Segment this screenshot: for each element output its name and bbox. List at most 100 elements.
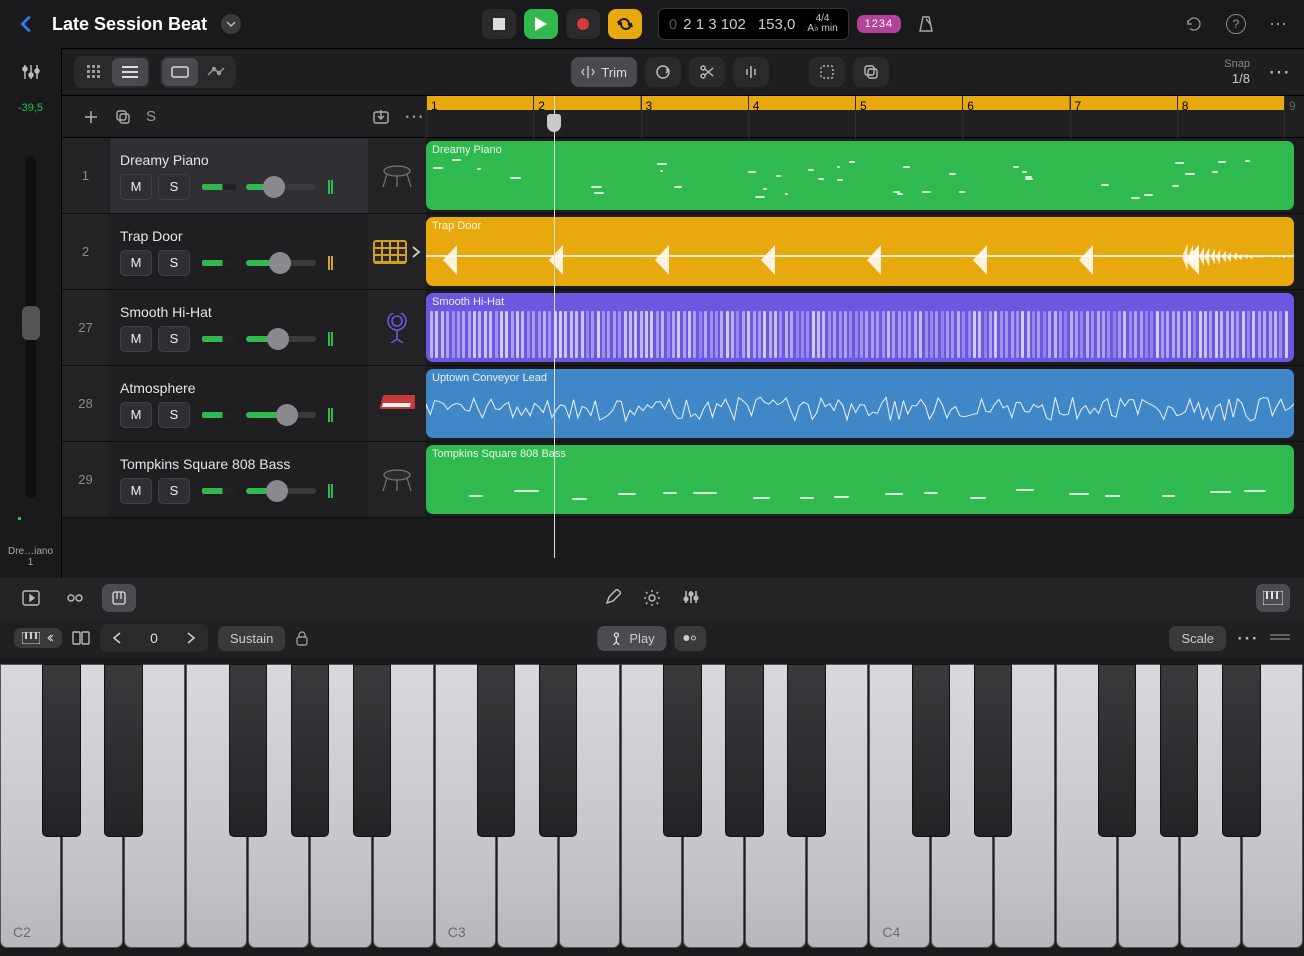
eq-icon[interactable] [683,589,699,607]
play-button[interactable] [524,9,558,39]
mute-button[interactable]: M [120,174,152,200]
project-dropdown-icon[interactable] [221,14,241,34]
add-track-icon[interactable] [82,108,100,126]
ruler-bar[interactable]: 4 [748,96,855,138]
solo-button[interactable]: S [158,174,190,200]
region-lane[interactable]: Uptown Conveyor Lead [426,366,1304,441]
black-key[interactable] [1160,664,1198,837]
list-view-icon[interactable] [112,58,148,86]
instrument-icon[interactable] [368,366,426,441]
brightness-icon[interactable] [643,589,661,607]
track-row[interactable]: 28 Atmosphere M S Uptown Conveyor Lead [62,366,1304,442]
ruler-bar[interactable]: 9 [1284,96,1304,138]
region[interactable]: Uptown Conveyor Lead [426,369,1294,438]
black-key[interactable] [104,664,142,837]
region[interactable]: Trap Door [426,217,1294,286]
instrument-icon[interactable] [368,442,426,517]
play-mode-button[interactable]: Play [597,626,666,651]
black-key[interactable] [663,664,701,837]
black-key[interactable] [1222,664,1260,837]
black-key[interactable] [725,664,763,837]
sustain-button[interactable]: Sustain [218,626,285,651]
track-row[interactable]: 2 Trap Door M S Trap Door [62,214,1304,290]
region[interactable]: Tompkins Square 808 Bass [426,445,1294,514]
volume-fader[interactable] [246,184,316,190]
count-in-button[interactable]: 1234 [857,15,901,33]
piano-toggle-icon[interactable] [1256,584,1290,612]
black-key[interactable] [539,664,577,837]
playhead[interactable] [554,96,555,558]
grabber-icon[interactable] [1270,633,1290,643]
playhead-handle-icon[interactable] [547,114,561,132]
loop-tool-icon[interactable] [645,57,681,87]
keyboard-tab-icon[interactable] [102,584,136,612]
automation-icon[interactable] [198,58,234,86]
ruler-bar[interactable]: 3 [641,96,748,138]
instrument-icon[interactable] [368,290,426,365]
region[interactable]: Smooth Hi-Hat [426,293,1294,362]
smart-controls-icon[interactable] [58,584,92,612]
more-menu-icon[interactable]: ⋯ [1268,14,1288,34]
ruler-bar[interactable]: 6 [962,96,1069,138]
volume-fader[interactable] [246,412,316,418]
mute-button[interactable]: M [120,326,152,352]
track-row[interactable]: 1 Dreamy Piano M S Dreamy Piano [62,138,1304,214]
solo-button[interactable]: S [158,402,190,428]
global-solo[interactable]: S [146,108,156,125]
octave-up-icon[interactable] [174,624,208,652]
region-lane[interactable]: Tompkins Square 808 Bass [426,442,1304,517]
ruler-bar[interactable]: 8 [1177,96,1284,138]
back-button[interactable] [16,13,38,35]
region-lane[interactable]: Smooth Hi-Hat [426,290,1304,365]
track-header[interactable]: 29 Tompkins Square 808 Bass M S [62,442,426,517]
marquee-tool-icon[interactable] [809,57,845,87]
split-tool-icon[interactable] [733,57,769,87]
chevron-right-icon[interactable] [411,245,421,259]
solo-button[interactable]: S [158,478,190,504]
track-header-more-icon[interactable]: ⋯ [404,104,426,129]
black-key[interactable] [42,664,80,837]
stop-button[interactable] [482,9,516,39]
octave-down-icon[interactable] [100,624,134,652]
ruler-bar[interactable]: 1 [426,96,533,138]
instrument-icon[interactable] [368,214,426,289]
copy-tool-icon[interactable] [853,57,889,87]
instrument-icon[interactable] [368,138,426,213]
import-icon[interactable] [372,108,390,126]
black-key[interactable] [912,664,950,837]
duplicate-track-icon[interactable] [114,108,132,126]
ruler-bar[interactable]: 7 [1070,96,1177,138]
region-lane[interactable]: Trap Door [426,214,1304,289]
scissors-tool-icon[interactable] [689,57,725,87]
volume-fader[interactable] [246,260,316,266]
snap-display[interactable]: Snap 1/8 [1224,58,1250,87]
ruler[interactable]: 123456789 [426,96,1304,138]
metronome-button[interactable] [909,9,943,39]
track-row[interactable]: 29 Tompkins Square 808 Bass M S Tompki [62,442,1304,518]
record-button[interactable] [566,9,600,39]
solo-button[interactable]: S [158,250,190,276]
cycle-button[interactable] [608,9,642,39]
lock-icon[interactable] [295,630,309,646]
volume-thumb[interactable] [22,306,40,340]
help-icon[interactable]: ? [1226,14,1246,34]
volume-fader[interactable] [246,488,316,494]
black-key[interactable] [229,664,267,837]
track-row[interactable]: 27 Smooth Hi-Hat M S Smooth Hi-Hat [62,290,1304,366]
black-key[interactable] [787,664,825,837]
lcd-display[interactable]: 0 2 1 3 102 153,0 4/4 A♭ min [658,8,849,40]
region[interactable]: Dreamy Piano [426,141,1294,210]
project-title[interactable]: Late Session Beat [52,14,207,35]
ruler-bar[interactable]: 5 [855,96,962,138]
grid-view-icon[interactable] [76,58,112,86]
black-key[interactable] [291,664,329,837]
track-header[interactable]: 1 Dreamy Piano M S [62,138,426,213]
mute-button[interactable]: M [120,250,152,276]
mute-button[interactable]: M [120,402,152,428]
pencil-icon[interactable] [605,589,621,607]
sound-library-icon[interactable] [14,584,48,612]
toolbar-more-icon[interactable]: ⋯ [1268,59,1292,85]
trim-tool[interactable]: Trim [571,57,637,87]
track-header[interactable]: 27 Smooth Hi-Hat M S [62,290,426,365]
volume-fader[interactable] [246,336,316,342]
